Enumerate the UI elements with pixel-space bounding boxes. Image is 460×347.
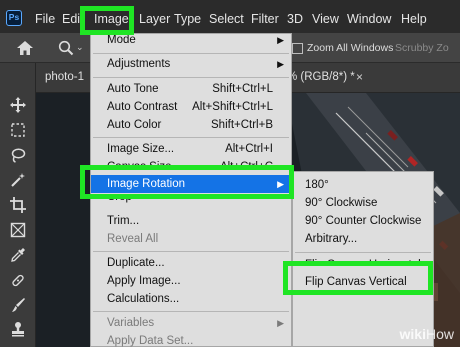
menu-layer[interactable]: Layer [139,12,170,26]
home-icon[interactable] [16,40,34,56]
menu-item-variables: Variables ▶ [107,317,284,329]
menu-item-trim[interactable]: Trim... [91,212,291,230]
menu-separator [93,77,289,78]
zoom-all-windows-label: Zoom All Windows [307,42,394,54]
image-rotation-submenu: 180° 90° Clockwise 90° Counter Clockwise… [292,171,434,347]
healing-brush-tool-icon[interactable] [10,272,26,288]
menu-separator [93,311,289,312]
menu-item-apply-image[interactable]: Apply Image... [91,272,291,290]
rotation-180[interactable]: 180° [293,176,433,194]
menu-image[interactable]: Image [94,12,129,26]
menu-item-calculations[interactable]: Calculations... [91,290,291,308]
menu-item-auto-color[interactable]: Auto Color Shift+Ctrl+B [91,116,291,134]
menu-item-auto-contrast[interactable]: Auto Contrast Alt+Shift+Ctrl+L [91,98,291,116]
crop-tool-icon[interactable] [10,197,26,213]
rotation-90-clockwise[interactable]: 90° Clockwise [293,194,433,212]
wikihow-watermark: wikiHow [399,326,454,342]
menu-item-canvas-size[interactable]: Canvas Size...Alt+Ctrl+C [91,158,291,166]
menu-item-auto-tone[interactable]: Auto Tone Shift+Ctrl+L [91,80,291,98]
image-menu-dropdown: Mode ▶ Adjustments ▶ Auto Tone Shift+Ctrl+L… [90,33,292,347]
menu-select[interactable]: Select [209,12,244,26]
chevron-down-icon[interactable]: ⌄ [76,42,84,53]
menu-item-image-size[interactable]: Image Size... Alt+Ctrl+I [91,140,291,158]
menu-filter[interactable]: Filter [251,12,279,26]
menu-separator [295,252,431,253]
zoom-tool-icon[interactable] [58,40,74,56]
menu-type[interactable]: Type [174,12,201,26]
menu-item-reveal-all: Reveal All [107,233,159,245]
menu-separator [93,251,289,252]
menu-3d[interactable]: 3D [287,12,303,26]
photoshop-logo-icon: Ps [6,10,22,26]
menu-separator [93,53,289,54]
clone-stamp-tool-icon[interactable] [10,321,26,337]
menu-item-adjustments[interactable]: Adjustments ▶ [91,55,291,73]
menu-item-mode[interactable]: Mode ▶ [91,31,291,49]
menu-view[interactable]: View [312,12,339,26]
tab-close-icon[interactable]: × [356,70,363,84]
menu-file[interactable]: File [35,12,55,26]
brush-tool-icon[interactable] [10,297,26,313]
lasso-tool-icon[interactable] [10,147,26,163]
menu-item-duplicate[interactable]: Duplicate... [91,254,291,272]
magic-wand-tool-icon[interactable] [10,172,26,188]
rotation-90-counter-clockwise[interactable]: 90° Counter Clockwise [293,212,433,230]
rotation-arbitrary[interactable]: Arbitrary... [293,230,433,248]
menu-separator [93,137,289,138]
menu-bar: Ps File Edit Image Layer Type Select Fil… [0,0,460,33]
menu-window[interactable]: Window [347,12,391,26]
menu-help[interactable]: Help [401,12,427,26]
flip-canvas-vertical[interactable]: Flip Canvas Vertical [293,273,433,291]
scrubby-zoom-label: Scrubby Zo [395,42,449,54]
menu-item-image-rotation[interactable]: Image Rotation ▶ [91,175,291,193]
marquee-tool-icon[interactable] [10,122,26,138]
document-tab-mode[interactable]: % (RGB/8*) * [287,71,355,83]
frame-tool-icon[interactable] [10,222,26,238]
menu-item-apply-data-set: Apply Data Set... [107,335,194,347]
move-tool-icon[interactable] [10,97,26,113]
menu-edit[interactable]: Edit [62,12,84,26]
zoom-all-windows-checkbox[interactable] [292,43,303,54]
eyedropper-tool-icon[interactable] [10,247,26,263]
flip-canvas-horizontal[interactable]: Flip Canvas Horizontal [293,256,433,264]
tools-panel [0,63,36,347]
document-tab-title[interactable]: photo-1 [45,71,84,83]
menu-item-crop[interactable]: Crop [91,195,291,205]
